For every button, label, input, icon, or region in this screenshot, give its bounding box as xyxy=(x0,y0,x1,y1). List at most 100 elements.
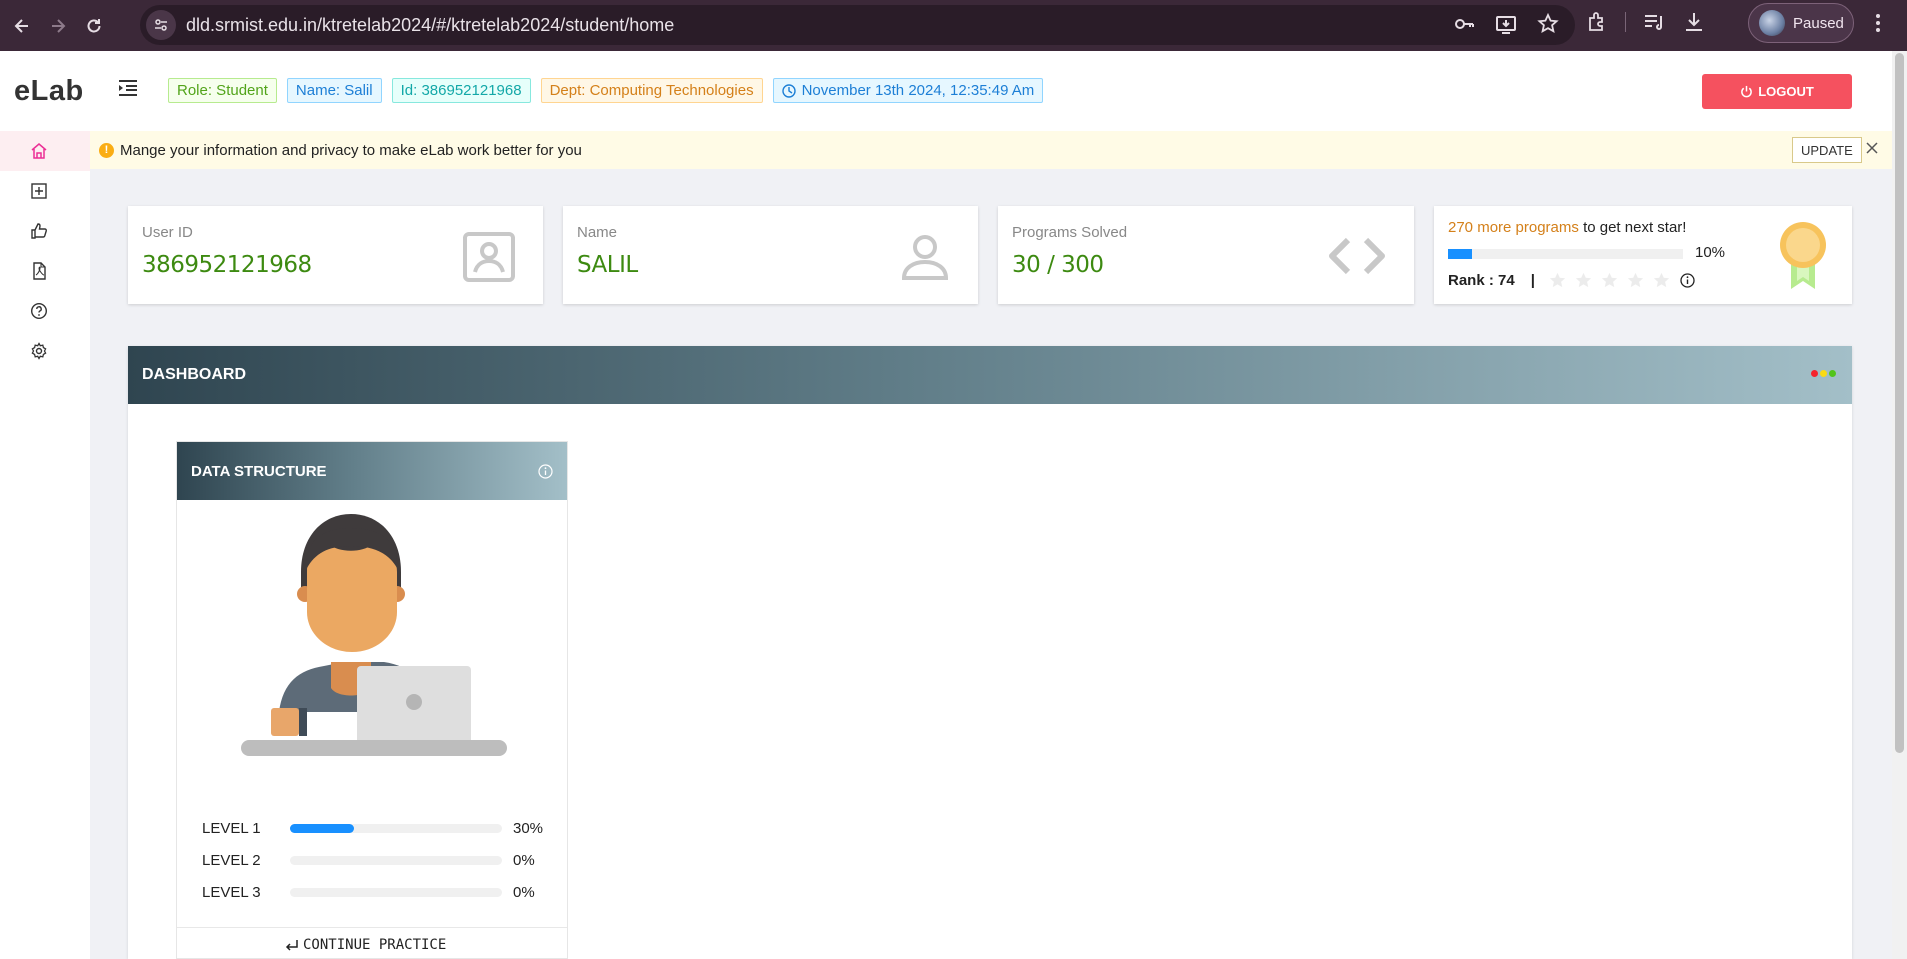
datetime-tag: November 13th 2024, 12:35:49 Am xyxy=(772,78,1044,103)
level-name: LEVEL 1 xyxy=(202,819,261,837)
dept-tag: Dept: Computing Technologies xyxy=(540,78,763,103)
star-icon xyxy=(1549,272,1566,288)
app-logo[interactable]: eLab xyxy=(14,75,84,108)
profile-button[interactable]: Paused xyxy=(1748,3,1854,43)
bookmark-star-icon[interactable] xyxy=(1537,13,1559,35)
home-icon xyxy=(31,143,47,159)
scrollbar-thumb[interactable] xyxy=(1895,53,1904,753)
dashboard-title: DASHBOARD xyxy=(142,366,246,383)
profile-status: Paused xyxy=(1793,14,1844,32)
user-id-value: 386952121968 xyxy=(142,252,312,278)
id-card-icon xyxy=(463,232,515,282)
thumbs-up-icon xyxy=(31,223,47,239)
rank-separator: | xyxy=(1530,272,1535,289)
level-name: LEVEL 3 xyxy=(202,883,261,901)
level-progress-bar xyxy=(290,855,502,865)
course-header: DATA STRUCTURE xyxy=(177,442,567,500)
toolbar-divider xyxy=(1625,12,1626,32)
name-card: Name SALIL xyxy=(563,206,978,304)
sidebar xyxy=(0,131,90,959)
medal-icon xyxy=(1780,222,1826,289)
level-row: LEVEL 1 30% xyxy=(202,812,543,844)
reload-button[interactable] xyxy=(80,12,108,40)
alert-message: Mange your information and privacy to ma… xyxy=(120,141,582,159)
next-star-suffix: to get next star! xyxy=(1578,219,1687,236)
rank-text: Rank : 74 xyxy=(1448,272,1515,289)
sidebar-item-reports[interactable] xyxy=(0,251,90,291)
level-percent: 30% xyxy=(513,819,544,837)
browser-menu-button[interactable] xyxy=(1875,12,1881,34)
star-progress-fill xyxy=(1448,249,1472,259)
more-vertical-icon xyxy=(1876,14,1880,32)
level-progress-bar xyxy=(290,823,502,833)
id-tag: Id: 386952121968 xyxy=(391,78,531,103)
plus-square-icon xyxy=(31,183,47,199)
level-percent: 0% xyxy=(513,851,535,869)
pdf-file-icon xyxy=(33,262,46,280)
dashboard-header: DASHBOARD xyxy=(128,346,1852,404)
close-icon xyxy=(1866,142,1878,154)
star-icon xyxy=(1601,272,1618,288)
logout-label: LOGOUT xyxy=(1758,84,1814,99)
role-tag: Role: Student xyxy=(168,78,277,103)
gear-icon xyxy=(31,342,47,360)
forward-button[interactable] xyxy=(44,12,72,40)
back-button[interactable] xyxy=(8,12,36,40)
user-id-label: User ID xyxy=(142,224,193,241)
arrow-right-icon xyxy=(52,18,66,33)
sidebar-item-add[interactable] xyxy=(0,171,90,211)
star-icon xyxy=(1627,272,1644,288)
name-tag: Name: Salil xyxy=(286,78,382,103)
power-icon xyxy=(1741,85,1753,98)
window-dots xyxy=(1811,370,1836,377)
page-scrollbar[interactable] xyxy=(1892,51,1907,959)
arrow-left-icon xyxy=(14,18,28,33)
level-progress-list: LEVEL 1 30% LEVEL 2 0% LEVEL 3 0% xyxy=(202,812,543,908)
student-laptop-illustration xyxy=(241,514,507,756)
course-card[interactable]: DATA STRUCTURE LEVEL 1 30% LEVEL 2 0% LE… xyxy=(176,441,568,959)
page: eLab Role: Student Name: Salil Id: 38695… xyxy=(0,51,1892,959)
programs-needed: 270 more programs xyxy=(1448,219,1579,236)
sidebar-item-home[interactable] xyxy=(0,131,90,171)
next-star-text: 270 more programs to get next star! xyxy=(1448,219,1686,236)
menu-toggle-button[interactable] xyxy=(118,79,138,102)
name-value: SALIL xyxy=(577,252,638,278)
user-icon xyxy=(901,235,949,280)
card-divider xyxy=(177,927,567,928)
warning-icon: ! xyxy=(99,142,114,158)
clock-icon xyxy=(781,83,796,98)
level-name: LEVEL 2 xyxy=(202,851,261,869)
dashboard-panel: DASHBOARD DATA STRUCTURE LEVEL 1 30% LEV… xyxy=(128,346,1852,959)
avatar xyxy=(1759,10,1785,36)
address-bar[interactable]: dld.srmist.edu.in/ktretelab2024/#/ktrete… xyxy=(140,5,1575,45)
sidebar-item-feedback[interactable] xyxy=(0,211,90,251)
info-icon[interactable] xyxy=(538,464,553,479)
update-button[interactable]: UPDATE xyxy=(1792,137,1862,163)
alert-close-button[interactable] xyxy=(1865,141,1879,160)
continue-practice-button[interactable]: CONTINUE PRACTICE xyxy=(285,937,446,953)
logout-button[interactable]: LOGOUT xyxy=(1702,74,1852,109)
continue-label: CONTINUE PRACTICE xyxy=(303,937,447,953)
password-key-icon[interactable] xyxy=(1453,13,1475,35)
code-icon xyxy=(1329,237,1385,275)
rank-row: Rank : 74 | xyxy=(1448,272,1695,289)
help-circle-icon xyxy=(30,302,48,320)
user-id-card: User ID 386952121968 xyxy=(128,206,543,304)
privacy-alert: ! Mange your information and privacy to … xyxy=(90,131,1892,169)
url-text[interactable]: dld.srmist.edu.in/ktretelab2024/#/ktrete… xyxy=(186,15,674,36)
course-title: DATA STRUCTURE xyxy=(191,462,327,480)
media-control-icon[interactable] xyxy=(1642,10,1666,34)
level-row: LEVEL 2 0% xyxy=(202,844,543,876)
dot-yellow xyxy=(1820,370,1827,377)
level-progress-fill xyxy=(290,823,354,833)
sidebar-item-help[interactable] xyxy=(0,291,90,331)
info-icon[interactable] xyxy=(1680,273,1695,288)
enter-arrow-icon xyxy=(285,940,298,951)
extensions-icon[interactable] xyxy=(1585,10,1609,34)
downloads-icon[interactable] xyxy=(1682,10,1706,34)
install-app-icon[interactable] xyxy=(1495,13,1517,35)
site-info-icon[interactable] xyxy=(146,10,176,40)
star-icon xyxy=(1575,272,1592,288)
user-info-chips: Role: Student Name: Salil Id: 3869521219… xyxy=(168,78,1044,103)
sidebar-item-settings[interactable] xyxy=(0,331,90,371)
